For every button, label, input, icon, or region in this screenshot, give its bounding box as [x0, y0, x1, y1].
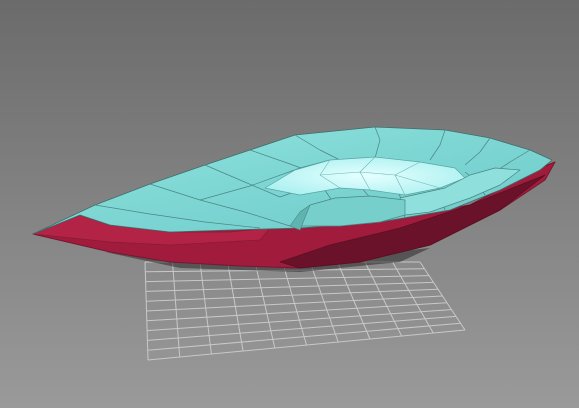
- 3d-viewport[interactable]: [0, 0, 579, 408]
- viewport-canvas[interactable]: [0, 0, 579, 408]
